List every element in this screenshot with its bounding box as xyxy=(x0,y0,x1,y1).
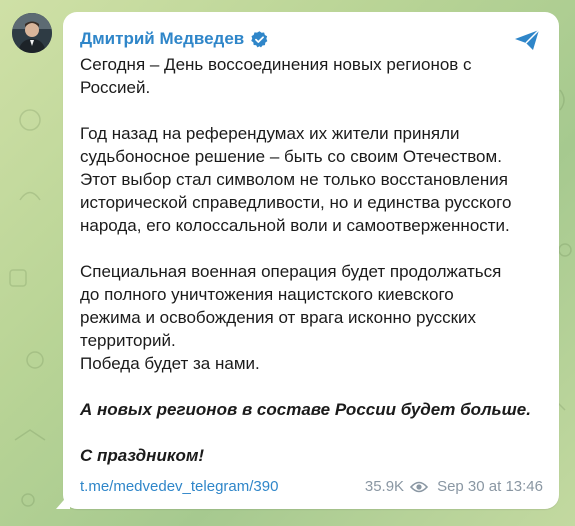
paragraph-1: Сегодня – День воссоединения новых регио… xyxy=(80,53,541,99)
verified-badge-icon xyxy=(251,30,268,47)
eye-icon xyxy=(410,481,429,492)
paragraph-3: Специальная военная операция будет продо… xyxy=(80,260,541,375)
message-text: Сегодня – День воссоединения новых регио… xyxy=(80,53,541,467)
timestamp: Sep 30 at 13:46 xyxy=(437,478,543,495)
text-line: С праздником! xyxy=(80,446,205,465)
text-line: А новых регионов в составе России будет … xyxy=(80,400,531,419)
paragraph-2: Год назад на референдумах их жители прин… xyxy=(80,122,541,237)
message-header: Дмитрий Медведев xyxy=(80,25,541,53)
paragraph-4: А новых регионов в составе России будет … xyxy=(80,398,541,421)
text-line: Специальная военная операция будет продо… xyxy=(80,262,502,281)
text-line: исторической справедливости, но и единст… xyxy=(80,193,512,212)
share-arrow-icon[interactable] xyxy=(513,28,541,52)
text-line: до полного уничтожения нацистского киевс… xyxy=(80,285,454,304)
text-line: режима и освобождения от врага исконно р… xyxy=(80,308,477,327)
message-meta: 35.9K Sep 30 at 13:46 xyxy=(365,478,543,495)
text-line: Россией. xyxy=(80,78,151,97)
post-link[interactable]: t.me/medvedev_telegram/390 xyxy=(80,478,278,495)
view-count: 35.9K xyxy=(364,478,405,495)
text-line: Этот выбор стал символом не только восст… xyxy=(80,170,508,189)
text-line: Год назад на референдумах их жители прин… xyxy=(80,124,460,143)
message-bubble: Дмитрий Медведев Сегодня – День воссоеди… xyxy=(63,12,559,509)
message-footer: t.me/medvedev_telegram/390 35.9K Sep 30 … xyxy=(80,478,543,495)
avatar[interactable] xyxy=(12,13,52,53)
paragraph-5: С праздником! xyxy=(80,444,541,467)
text-line: территорий. xyxy=(80,331,176,350)
text-line: народа, его колоссальной воли и самоотве… xyxy=(80,216,510,235)
text-line: Сегодня – День воссоединения новых регио… xyxy=(80,55,472,74)
text-line: Победа будет за нами. xyxy=(80,354,260,373)
text-line: судьбоносное решение – быть со своим Оте… xyxy=(80,147,502,166)
sender-name[interactable]: Дмитрий Медведев xyxy=(80,29,244,49)
